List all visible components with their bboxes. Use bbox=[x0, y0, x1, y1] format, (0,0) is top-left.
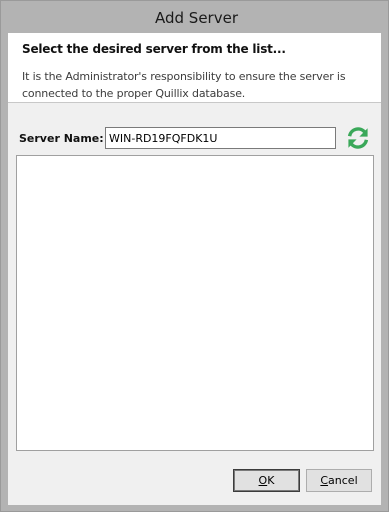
dialog-description: It is the Administrator's responsibility… bbox=[22, 70, 346, 100]
ok-button[interactable]: OK bbox=[233, 469, 300, 492]
refresh-icon bbox=[347, 127, 369, 149]
window-title: Add Server bbox=[155, 9, 238, 27]
ok-label-rest: K bbox=[267, 474, 275, 487]
title-bar[interactable]: Add Server bbox=[1, 1, 388, 33]
dialog-heading: Select the desired server from the list.… bbox=[22, 42, 286, 56]
cancel-mnemonic: C bbox=[320, 474, 329, 487]
header-panel: Select the desired server from the list.… bbox=[8, 33, 381, 103]
server-name-label: Server Name: bbox=[19, 132, 104, 145]
server-name-input[interactable] bbox=[105, 127, 336, 149]
refresh-button[interactable] bbox=[343, 123, 373, 153]
add-server-dialog: Add Server Select the desired server fro… bbox=[0, 0, 389, 512]
server-list[interactable] bbox=[16, 155, 374, 451]
cancel-label-rest: ancel bbox=[328, 474, 358, 487]
cancel-button[interactable]: Cancel bbox=[306, 469, 372, 492]
ok-mnemonic: O bbox=[258, 474, 268, 487]
dialog-body: Select the desired server from the list.… bbox=[8, 33, 381, 505]
